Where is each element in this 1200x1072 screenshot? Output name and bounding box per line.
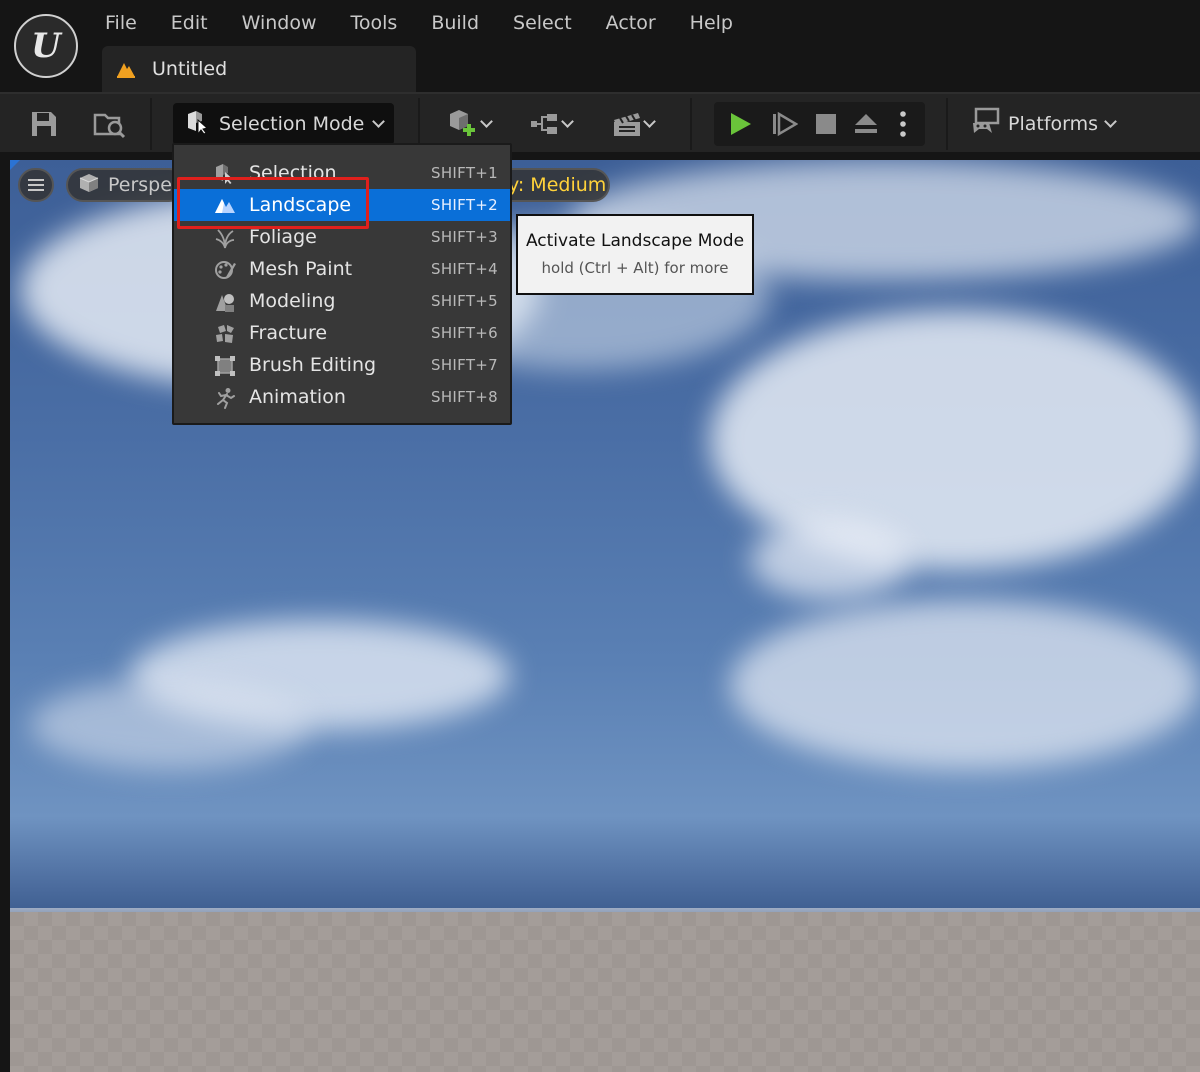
mode-item-shortcut: SHIFT+5 (431, 292, 498, 310)
perspective-button[interactable]: Perspe (66, 168, 186, 202)
menu-file[interactable]: File (88, 6, 154, 40)
tooltip-subtitle: hold (Ctrl + Alt) for more (541, 259, 729, 277)
menu-edit[interactable]: Edit (154, 6, 225, 40)
menu-window[interactable]: Window (225, 6, 334, 40)
chevron-down-icon (1104, 114, 1117, 128)
menu-tools[interactable]: Tools (334, 6, 415, 40)
mode-item-animation[interactable]: Animation SHIFT+8 (174, 381, 510, 413)
advance-frame-icon[interactable] (764, 104, 804, 144)
platforms-label: Platforms (1008, 113, 1099, 135)
viewport-active-indicator (10, 160, 20, 170)
sky-cloud (30, 680, 310, 770)
logo-letter: U (31, 26, 61, 66)
chevron-down-icon (372, 114, 386, 128)
platforms-icon (970, 107, 1002, 141)
mode-item-shortcut: SHIFT+8 (431, 388, 498, 406)
content-browser-icon[interactable] (90, 104, 130, 144)
more-options-icon[interactable] (888, 104, 918, 144)
cinematics-icon[interactable] (604, 104, 660, 144)
chevron-down-icon (642, 114, 656, 128)
play-controls (714, 102, 925, 146)
mode-item-brush-editing[interactable]: Brush Editing SHIFT+7 (174, 349, 510, 381)
toolbar-separator (690, 98, 692, 150)
animation-icon (214, 387, 236, 409)
menu-select[interactable]: Select (496, 6, 589, 40)
mode-item-label: Fracture (249, 322, 328, 344)
toolbar-separator (946, 98, 948, 150)
mode-item-shortcut: SHIFT+2 (431, 196, 498, 214)
save-icon[interactable] (24, 104, 64, 144)
blueprint-icon[interactable] (522, 104, 578, 144)
selection-mode-icon (185, 109, 211, 139)
sky-cloud (730, 600, 1200, 770)
eject-icon[interactable] (846, 104, 886, 144)
title-bar: U File Edit Window Tools Build Select Ac… (0, 0, 1200, 94)
chevron-down-icon (560, 114, 574, 128)
landscape-tooltip: Activate Landscape Mode hold (Ctrl + Alt… (516, 214, 754, 295)
menu-bar: File Edit Window Tools Build Select Acto… (88, 6, 750, 40)
mesh-paint-icon (214, 259, 236, 279)
checkered-ground-plane (10, 912, 1200, 1072)
scalability-label: y: Medium (508, 174, 607, 196)
toolbar-separator (150, 98, 152, 150)
modeling-icon (214, 291, 236, 312)
mode-item-shortcut: SHIFT+3 (431, 228, 498, 246)
mode-item-fracture[interactable]: Fracture SHIFT+6 (174, 317, 510, 349)
tooltip-title: Activate Landscape Mode (525, 231, 745, 251)
mode-item-shortcut: SHIFT+7 (431, 356, 498, 374)
perspective-cube-icon (78, 172, 100, 198)
mode-item-shortcut: SHIFT+6 (431, 324, 498, 342)
menu-help[interactable]: Help (673, 6, 750, 40)
mode-item-label: Brush Editing (249, 354, 377, 376)
fracture-icon (214, 323, 236, 343)
document-tab[interactable]: Untitled (102, 46, 416, 92)
sky-cloud (750, 520, 910, 600)
perspective-label: Perspe (108, 174, 172, 196)
scalability-button[interactable]: y: Medium (496, 168, 610, 202)
viewport-options-button[interactable] (18, 168, 54, 202)
mode-item-modeling[interactable]: Modeling SHIFT+5 (174, 285, 510, 317)
mode-item-shortcut: SHIFT+1 (431, 164, 498, 182)
mode-item-label: Modeling (249, 290, 336, 312)
stop-icon[interactable] (806, 104, 846, 144)
selection-mode-label: Selection Mode (219, 113, 365, 135)
brush-editing-icon (214, 355, 236, 376)
mode-item-label: Mesh Paint (249, 258, 353, 280)
menu-actor[interactable]: Actor (589, 6, 673, 40)
add-actor-icon[interactable] (440, 104, 496, 144)
menu-build[interactable]: Build (414, 6, 496, 40)
play-icon[interactable] (720, 104, 760, 144)
platforms-button[interactable]: Platforms (970, 104, 1117, 144)
unreal-logo-icon[interactable]: U (14, 14, 78, 78)
mode-item-label: Foliage (249, 226, 317, 248)
mode-item-label: Animation (249, 386, 346, 408)
mode-item-shortcut: SHIFT+4 (431, 260, 498, 278)
document-tab-title: Untitled (152, 58, 228, 80)
mode-item-mesh-paint[interactable]: Mesh Paint SHIFT+4 (174, 253, 510, 285)
foliage-icon (214, 227, 236, 249)
selection-mode-button[interactable]: Selection Mode (173, 103, 394, 145)
annotation-highlight-box (177, 177, 369, 229)
hamburger-icon (28, 179, 44, 191)
unreal-editor-window: U File Edit Window Tools Build Select Ac… (0, 0, 1200, 1072)
level-icon (114, 57, 138, 81)
chevron-down-icon (479, 114, 493, 128)
